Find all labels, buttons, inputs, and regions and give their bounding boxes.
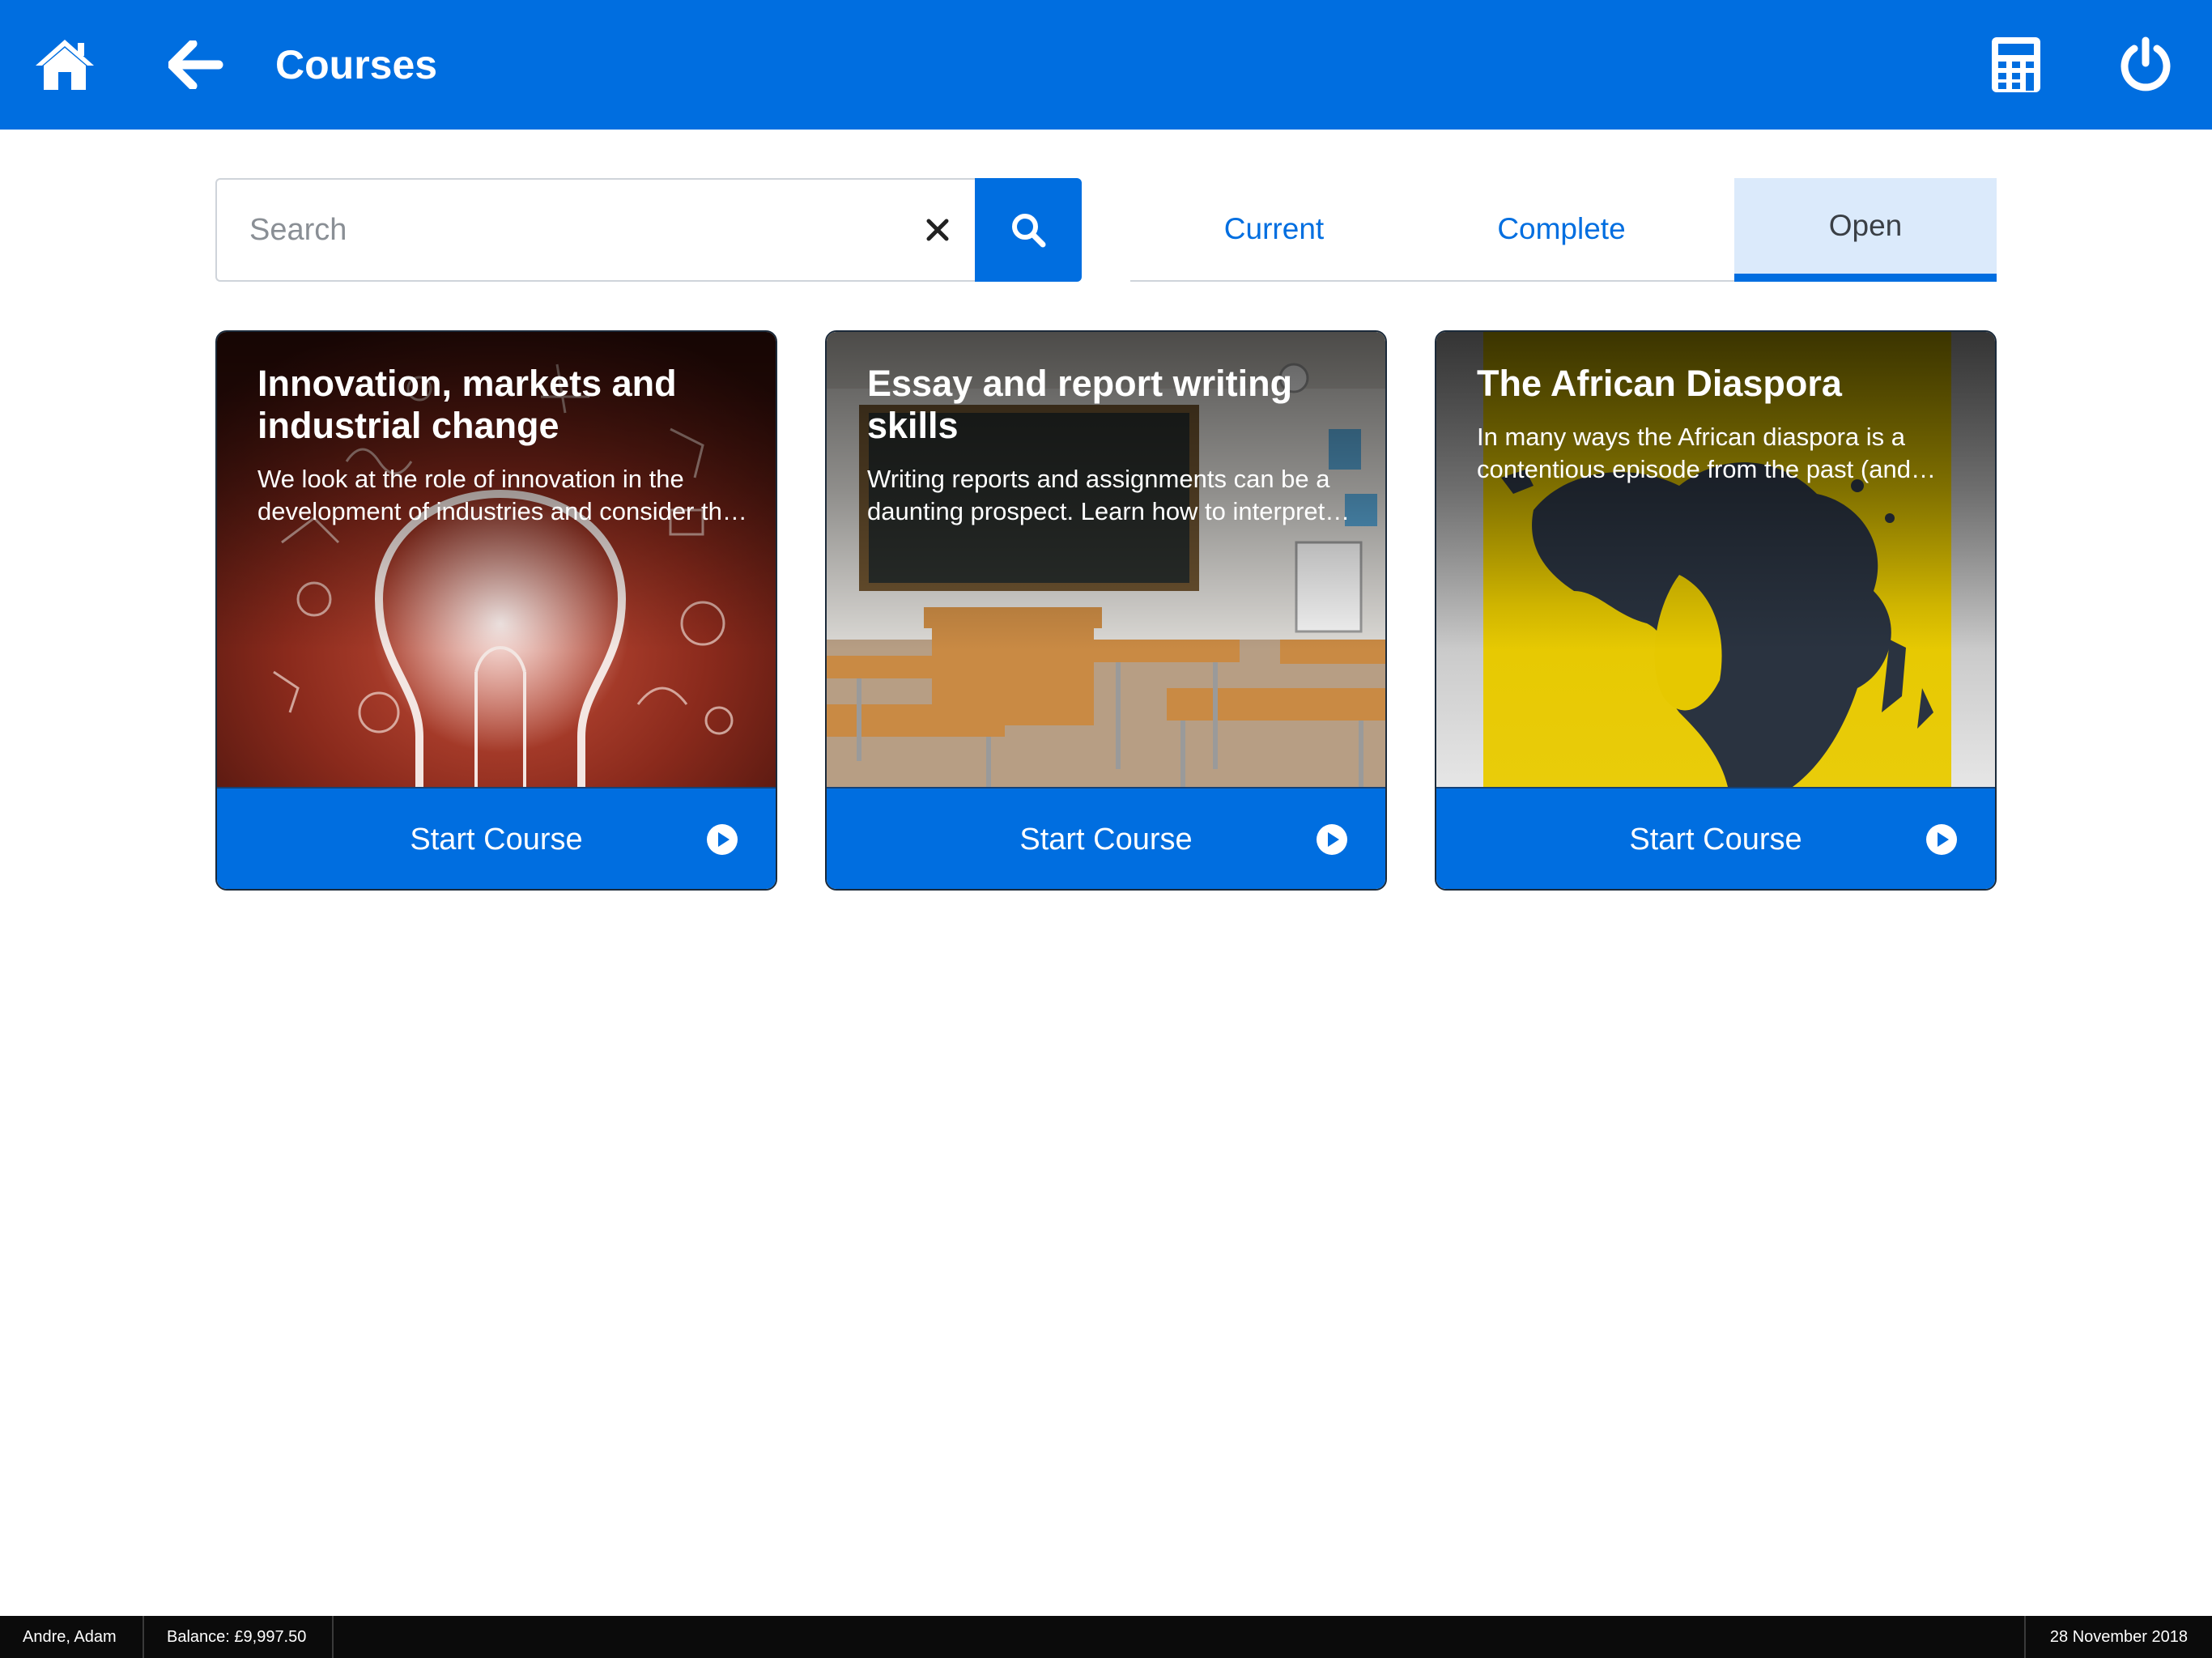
- start-course-label: Start Course: [1019, 823, 1193, 857]
- calculator-icon: [1992, 37, 2040, 92]
- start-course-label: Start Course: [410, 823, 583, 857]
- app-header: Courses: [0, 0, 2212, 130]
- page-title: Courses: [275, 42, 438, 87]
- start-course-button[interactable]: Start Course: [1436, 787, 1995, 889]
- current-date: 28 November 2018: [2024, 1616, 2212, 1658]
- course-title: The African Diaspora: [1477, 363, 1842, 404]
- tab-open[interactable]: Open: [1734, 178, 1997, 282]
- close-icon: [926, 219, 949, 241]
- course-card: Essay and report writing skills Writing …: [825, 330, 1387, 891]
- start-course-label: Start Course: [1629, 823, 1802, 857]
- back-button[interactable]: [155, 0, 236, 130]
- search-box: [215, 178, 976, 282]
- clear-search-button[interactable]: [901, 180, 974, 280]
- play-circle-icon: [1317, 824, 1347, 855]
- tab-complete[interactable]: Complete: [1418, 178, 1705, 280]
- search-icon: [1012, 214, 1046, 248]
- start-course-button[interactable]: Start Course: [827, 787, 1385, 889]
- power-icon: [2121, 36, 2171, 91]
- course-description: In many ways the African diaspora is a c…: [1477, 423, 1911, 483]
- course-title: Essay and report writing skills: [867, 363, 1293, 446]
- play-circle-icon: [1926, 824, 1957, 855]
- status-bar: Andre, Adam Balance: £9,997.50 28 Novemb…: [0, 1616, 2212, 1658]
- user-name: Andre, Adam: [0, 1616, 144, 1658]
- play-circle-icon: [707, 824, 738, 855]
- course-card: Innovation, markets and industrial chang…: [215, 330, 777, 891]
- home-icon: [36, 40, 94, 90]
- tab-current[interactable]: Current: [1130, 178, 1418, 280]
- account-balance: Balance: £9,997.50: [144, 1616, 334, 1658]
- start-course-button[interactable]: Start Course: [217, 787, 776, 889]
- course-description: Writing reports and assignments can be a…: [867, 465, 1330, 525]
- power-button[interactable]: [2105, 0, 2186, 130]
- home-button[interactable]: [24, 0, 105, 130]
- arrow-left-icon: [168, 40, 223, 89]
- course-title: Innovation, markets and industrial chang…: [257, 363, 677, 446]
- course-filter-tabs: Current Complete Open: [1130, 178, 1997, 282]
- course-card: The African Diaspora In many ways the Af…: [1435, 330, 1997, 891]
- calculator-button[interactable]: [1976, 0, 2057, 130]
- search-button[interactable]: [975, 178, 1082, 282]
- search-input[interactable]: [217, 180, 881, 280]
- course-description: We look at the role of innovation in the…: [257, 465, 737, 525]
